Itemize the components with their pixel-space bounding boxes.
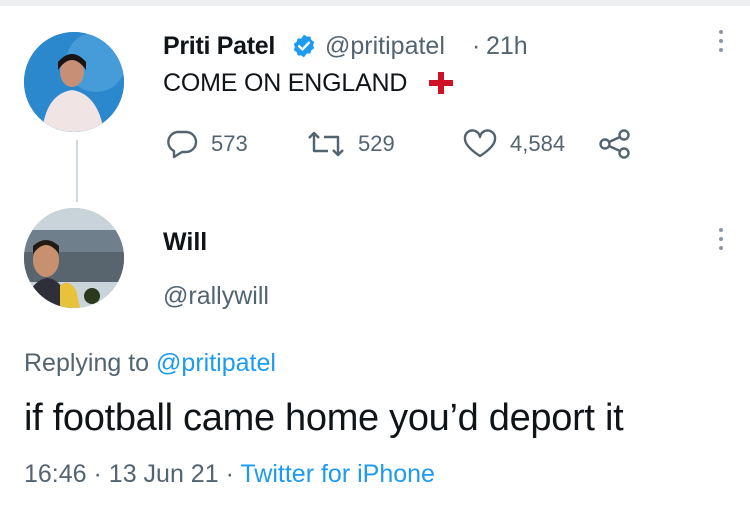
avatar-photo — [24, 32, 124, 132]
retweet-button[interactable]: 529 — [306, 127, 395, 161]
england-flag-icon — [429, 72, 453, 94]
tweet-client[interactable]: Twitter for iPhone — [240, 460, 435, 488]
replying-to-mention[interactable]: @pritipatel — [156, 349, 276, 377]
more-options-icon[interactable] — [718, 30, 724, 57]
heart-icon — [463, 129, 497, 158]
retweet-count: 529 — [358, 131, 395, 156]
top-divider — [0, 0, 750, 6]
tweet-time[interactable]: 16:46 — [24, 460, 87, 488]
like-button[interactable]: 4,584 — [462, 127, 565, 161]
verified-badge-icon — [293, 34, 315, 58]
thread-connector — [76, 140, 78, 202]
more-options-icon[interactable] — [718, 228, 724, 255]
reply-button[interactable]: 573 — [165, 127, 248, 161]
reply-icon — [167, 130, 198, 159]
replying-to-label: Replying to — [24, 349, 157, 377]
author-name[interactable]: Will — [163, 228, 207, 257]
like-count: 4,584 — [510, 131, 566, 156]
tweet-date[interactable]: 13 Jun 21 — [109, 460, 219, 488]
separator-dot: · — [225, 460, 234, 488]
author-name[interactable]: Priti Patel — [163, 32, 275, 61]
share-button[interactable] — [598, 127, 644, 161]
retweet-icon — [308, 131, 344, 157]
replying-to-line: Replying to @pritipatel — [24, 349, 276, 378]
avatar-will[interactable] — [24, 208, 124, 308]
avatar-photo — [24, 208, 124, 308]
tweet-text: COME ON ENGLAND — [163, 69, 408, 97]
author-handle[interactable]: @pritipatel — [325, 32, 445, 61]
tweet-timestamp[interactable]: 21h — [486, 32, 528, 61]
reply-count: 573 — [211, 131, 248, 156]
tweet-text: if football came home you’d deport it — [24, 397, 624, 439]
avatar-priti-patel[interactable] — [24, 32, 124, 132]
author-handle[interactable]: @rallywill — [163, 282, 269, 311]
tweet-metadata: 16:46 · 13 Jun 21 · Twitter for iPhone — [24, 460, 435, 489]
separator-dot: · — [472, 32, 481, 60]
separator-dot: · — [93, 460, 102, 488]
share-icon — [599, 129, 630, 159]
